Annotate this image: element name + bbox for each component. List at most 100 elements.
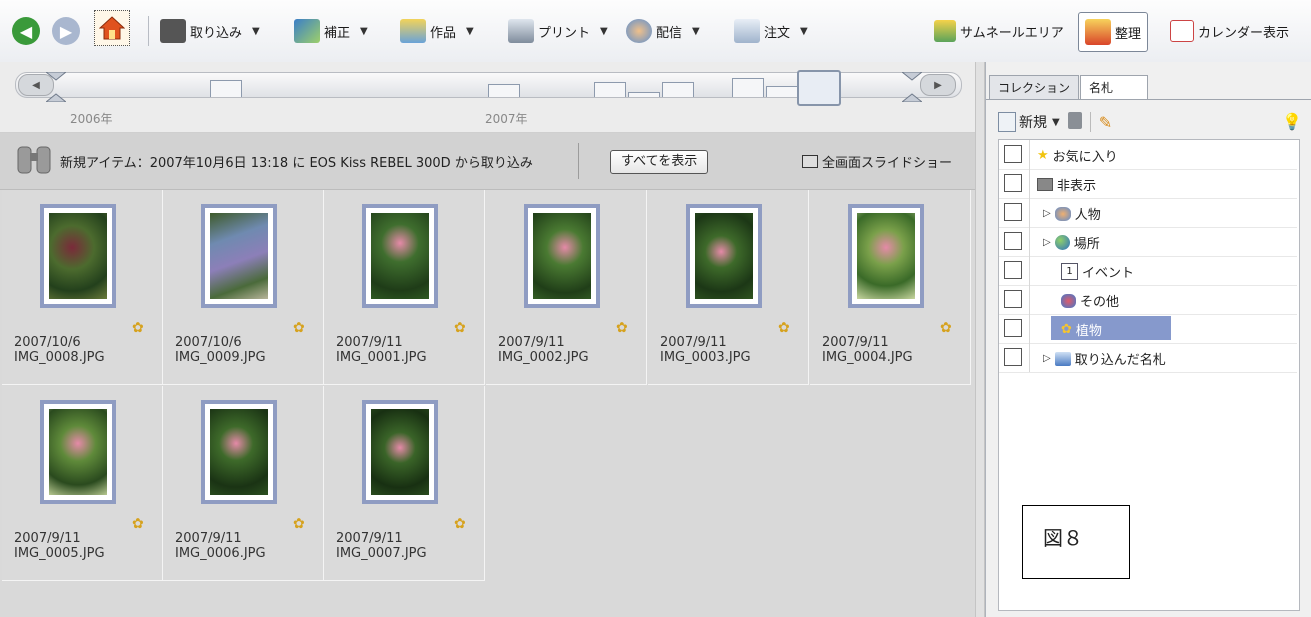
- tag-checkbox[interactable]: [1004, 145, 1022, 163]
- photo-thumbnail[interactable]: [40, 400, 116, 504]
- timeline-bar[interactable]: [732, 78, 764, 97]
- expand-arrow-icon[interactable]: ▷: [1043, 208, 1051, 219]
- tag-checkbox[interactable]: [1004, 203, 1022, 221]
- timeline-bar[interactable]: [594, 82, 626, 97]
- timeline-right-button[interactable]: ▶: [920, 74, 956, 96]
- photo-filename: IMG_0002.JPG: [498, 350, 589, 365]
- tag-item-other[interactable]: その他: [999, 285, 1297, 315]
- calendar-button[interactable]: カレンダー表示: [1170, 14, 1289, 48]
- timeline-bar[interactable]: [488, 84, 520, 97]
- tag-checkbox[interactable]: [1004, 261, 1022, 279]
- tag-item-favorites[interactable]: ★ お気に入り: [999, 140, 1297, 170]
- organize-label: 整理: [1115, 26, 1142, 42]
- slideshow-label: 全画面スライドショー: [822, 156, 953, 171]
- tag-item-imported[interactable]: ▷ 取り込んだ名札: [999, 343, 1297, 373]
- tag-label: その他: [1080, 295, 1120, 310]
- people-icon: [626, 19, 652, 43]
- photo-thumbnail[interactable]: [201, 204, 277, 308]
- photo-item[interactable]: ✿ 2007/9/11 IMG_0007.JPG: [324, 386, 485, 581]
- infobar-divider: [578, 143, 579, 179]
- chevron-down-icon: ▼: [252, 25, 260, 37]
- thumbnail-area-button[interactable]: サムネールエリア: [934, 14, 1064, 48]
- expand-arrow-icon[interactable]: ▷: [1043, 237, 1051, 248]
- photo-date: 2007/10/6: [175, 335, 242, 350]
- photo-item[interactable]: ✿ 2007/9/11 IMG_0006.JPG: [163, 386, 324, 581]
- pane-splitter[interactable]: [975, 62, 985, 617]
- tag-checkbox[interactable]: [1004, 348, 1022, 366]
- timeline-selected-month[interactable]: [797, 70, 841, 106]
- timeline[interactable]: ◀ ▶ 2006年 2007年: [0, 62, 975, 133]
- photo-thumbnail[interactable]: [686, 204, 762, 308]
- works-label: 作品: [430, 25, 457, 41]
- timeline-end-handle[interactable]: [902, 72, 922, 102]
- home-icon: [94, 10, 130, 46]
- pencil-icon: ✎: [1098, 112, 1113, 132]
- toolbar-divider: [148, 16, 149, 46]
- plant-tag-icon: ✿: [132, 320, 144, 336]
- photo-thumbnail[interactable]: [524, 204, 600, 308]
- print-menu[interactable]: プリント ▼: [508, 14, 608, 48]
- chevron-down-icon: ▼: [800, 25, 808, 37]
- tag-label: 植物: [1075, 324, 1102, 339]
- tag-item-places[interactable]: ▷ 場所: [999, 227, 1297, 257]
- figure-label-box: 図８: [1022, 505, 1130, 579]
- photo-thumbnail[interactable]: [201, 400, 277, 504]
- printer-icon: [508, 19, 534, 43]
- forward-button[interactable]: ▶: [52, 14, 80, 48]
- photo-thumbnail[interactable]: [40, 204, 116, 308]
- tag-item-events[interactable]: 1 イベント: [999, 256, 1297, 286]
- tag-item-plants[interactable]: ✿ 植物: [999, 314, 1297, 344]
- timeline-bar[interactable]: [210, 80, 242, 97]
- tag-item-people[interactable]: ▷ 人物: [999, 198, 1297, 228]
- photo-thumbnail[interactable]: [362, 400, 438, 504]
- photo-item[interactable]: ✿ 2007/9/11 IMG_0004.JPG: [810, 190, 971, 385]
- timeline-start-handle[interactable]: [46, 72, 66, 102]
- tag-checkbox[interactable]: [1004, 319, 1022, 337]
- chevron-down-icon: ▼: [466, 25, 474, 37]
- tag-label: 人物: [1074, 208, 1101, 223]
- edit-tag-button[interactable]: ✎: [1099, 113, 1112, 132]
- photo-grid: ✿ 2007/10/6 IMG_0008.JPG ✿ 2007/10/6 IMG…: [0, 190, 975, 617]
- photo-item[interactable]: ✿ 2007/9/11 IMG_0002.JPG: [486, 190, 647, 385]
- envelope-icon: [734, 19, 760, 43]
- thumbnail-icon: [934, 20, 956, 42]
- home-button[interactable]: [94, 10, 130, 46]
- photo-filename: IMG_0001.JPG: [336, 350, 427, 365]
- other-icon: [1061, 293, 1076, 308]
- share-menu[interactable]: 配信 ▼: [626, 14, 700, 48]
- new-items-text: 新規アイテム：2007年10月6日 13:18 に EOS Kiss REBEL…: [60, 156, 533, 171]
- timeline-bar[interactable]: [766, 86, 798, 97]
- photo-item[interactable]: ✿ 2007/9/11 IMG_0001.JPG: [324, 190, 485, 385]
- show-all-button[interactable]: すべてを表示: [610, 150, 709, 174]
- timeline-bar[interactable]: [628, 92, 660, 97]
- import-label: 取り込み: [190, 25, 243, 41]
- tag-checkbox[interactable]: [1004, 174, 1022, 192]
- organize-button[interactable]: 整理: [1078, 12, 1149, 52]
- back-button[interactable]: ◀: [12, 14, 40, 48]
- expand-arrow-icon[interactable]: ▷: [1043, 353, 1051, 364]
- slideshow-button[interactable]: 全画面スライドショー: [802, 152, 952, 171]
- import-menu[interactable]: 取り込み ▼: [160, 14, 260, 48]
- tag-label: 非表示: [1057, 179, 1097, 194]
- photo-thumbnail[interactable]: [848, 204, 924, 308]
- photo-item[interactable]: ✿ 2007/10/6 IMG_0009.JPG: [163, 190, 324, 385]
- photo-item[interactable]: ✿ 2007/9/11 IMG_0005.JPG: [2, 386, 163, 581]
- tag-item-hidden[interactable]: 非表示: [999, 169, 1297, 199]
- photo-date: 2007/9/11: [175, 531, 242, 546]
- photo-filename: IMG_0004.JPG: [822, 350, 913, 365]
- photo-item[interactable]: ✿ 2007/10/6 IMG_0008.JPG: [2, 190, 163, 385]
- timeline-bar[interactable]: [662, 82, 694, 97]
- tab-tags[interactable]: 名札: [1080, 75, 1148, 100]
- photo-filename: IMG_0006.JPG: [175, 546, 266, 561]
- tips-button[interactable]: 💡: [1282, 112, 1302, 131]
- works-menu[interactable]: 作品 ▼: [400, 14, 474, 48]
- delete-tag-button[interactable]: [1067, 111, 1082, 133]
- tag-checkbox[interactable]: [1004, 290, 1022, 308]
- new-tag-button[interactable]: 新規 ▼: [998, 112, 1060, 132]
- order-menu[interactable]: 注文 ▼: [734, 14, 808, 48]
- photo-thumbnail[interactable]: [362, 204, 438, 308]
- photo-item[interactable]: ✿ 2007/9/11 IMG_0003.JPG: [648, 190, 809, 385]
- correct-menu[interactable]: 補正 ▼: [294, 14, 368, 48]
- tag-checkbox[interactable]: [1004, 232, 1022, 250]
- tab-collection[interactable]: コレクション: [989, 75, 1080, 100]
